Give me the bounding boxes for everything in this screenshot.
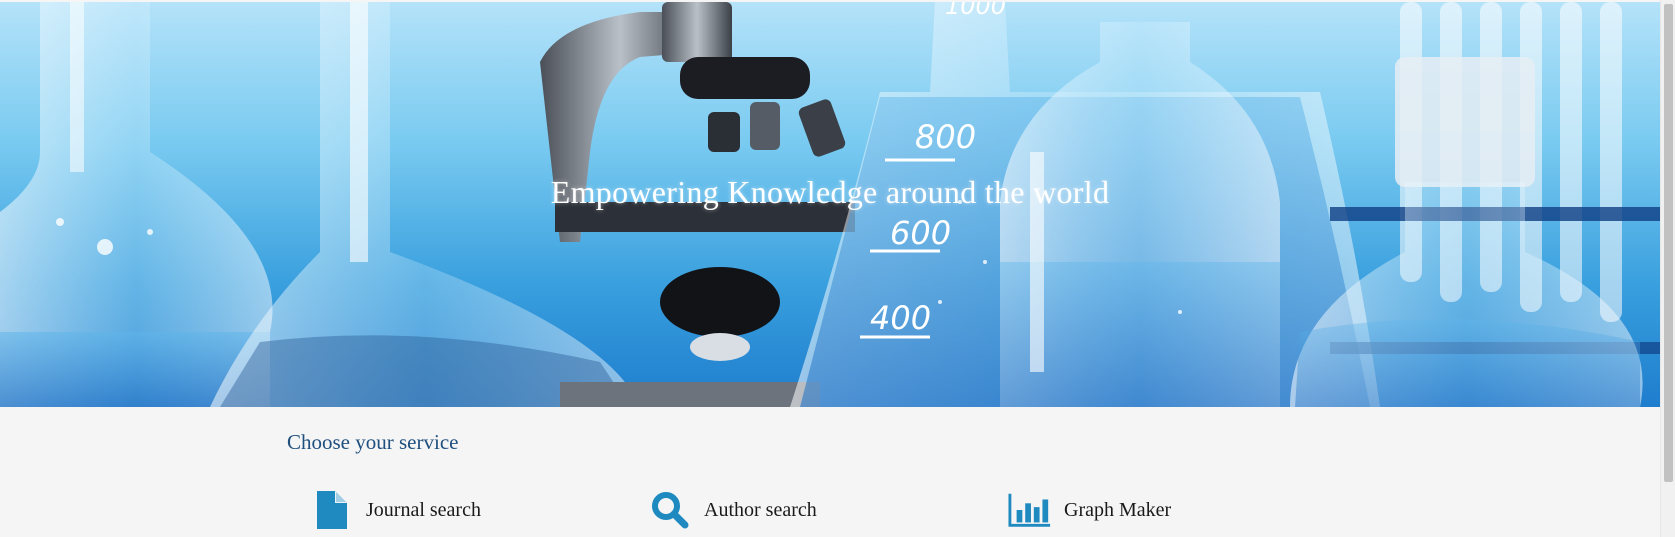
author-search-link[interactable]: Author search bbox=[648, 488, 817, 532]
journal-search-link[interactable]: Journal search bbox=[310, 488, 481, 532]
hero-banner: 800 600 400 1000 Empowering Knowledge ar… bbox=[0, 2, 1660, 407]
bar-chart-icon bbox=[1008, 488, 1052, 532]
vertical-scrollbar[interactable] bbox=[1660, 0, 1675, 537]
svg-text:600: 600 bbox=[890, 214, 951, 252]
svg-text:1000: 1000 bbox=[945, 2, 1006, 20]
page: 800 600 400 1000 Empowering Knowledge ar… bbox=[0, 0, 1675, 537]
hero-title: Empowering Knowledge around the world bbox=[550, 174, 1110, 210]
search-icon bbox=[648, 488, 692, 532]
graph-maker-link[interactable]: Graph Maker bbox=[1008, 488, 1171, 532]
services-heading: Choose your service bbox=[287, 430, 459, 454]
graph-maker-label: Graph Maker bbox=[1064, 498, 1172, 521]
svg-text:400: 400 bbox=[870, 299, 931, 337]
document-icon bbox=[310, 488, 354, 532]
author-search-label: Author search bbox=[704, 498, 817, 521]
journal-search-label: Journal search bbox=[366, 498, 481, 521]
scrollbar-thumb[interactable] bbox=[1664, 4, 1673, 482]
svg-text:800: 800 bbox=[915, 118, 976, 156]
